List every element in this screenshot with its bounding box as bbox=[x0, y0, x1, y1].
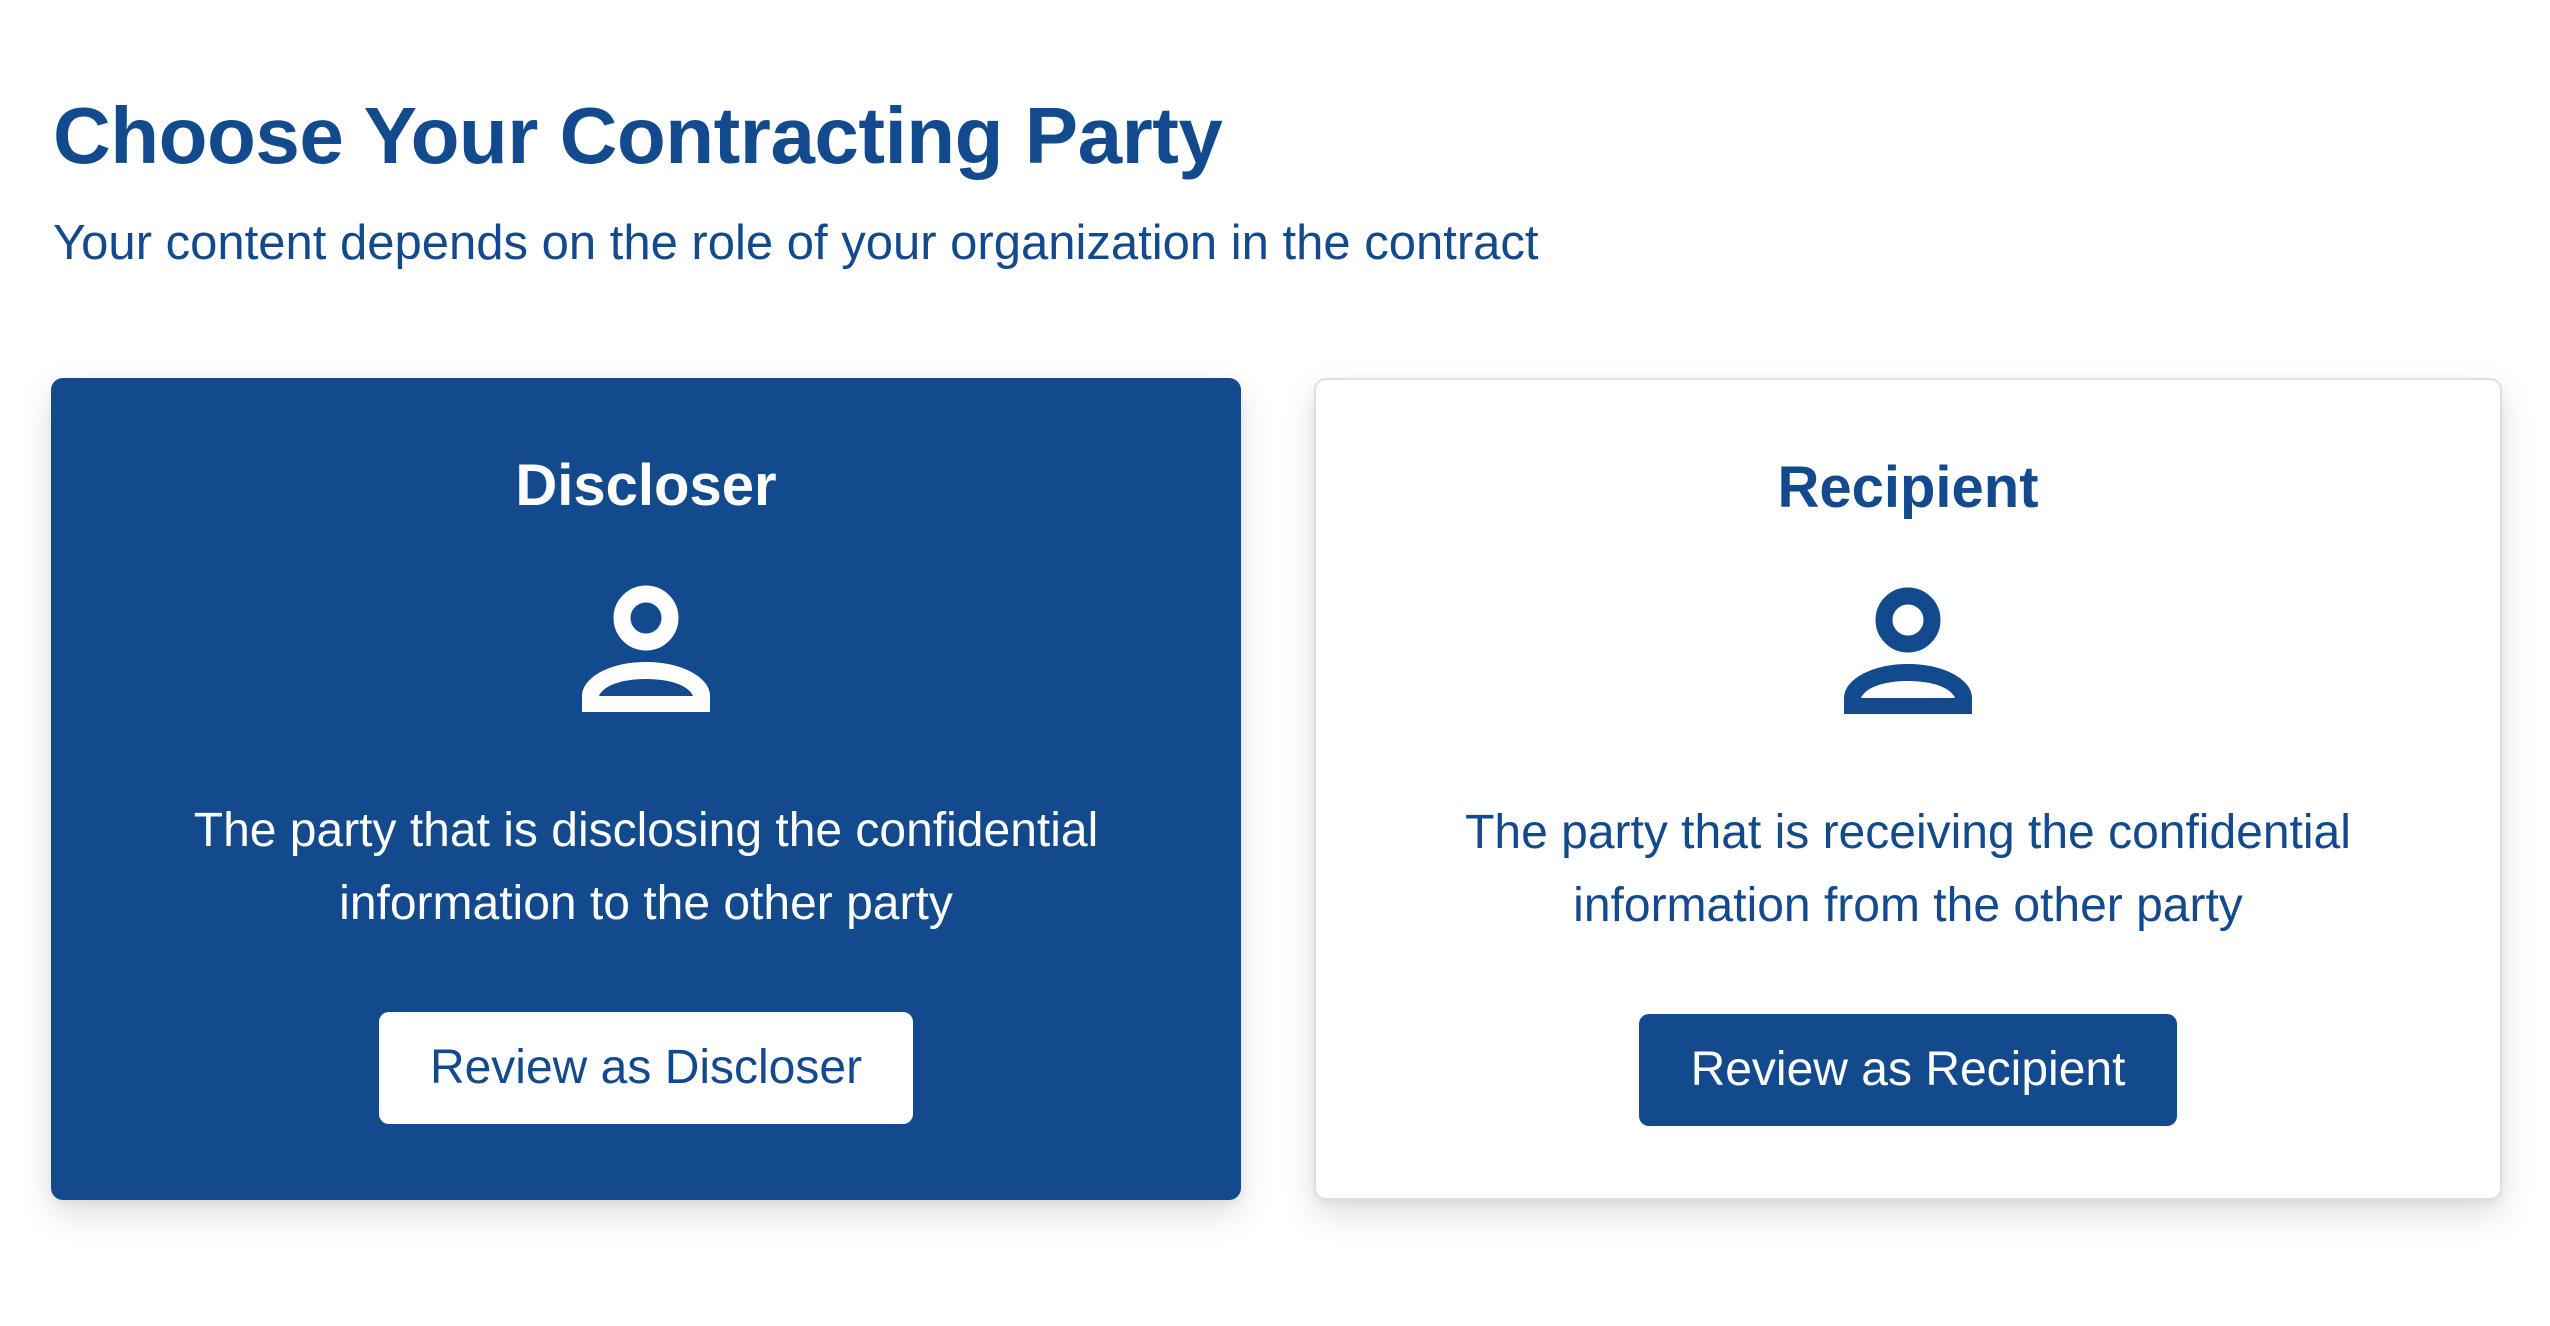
page-title: Choose Your Contracting Party bbox=[53, 91, 1223, 180]
page-subtitle: Your content depends on the role of your… bbox=[53, 216, 1539, 270]
contracting-party-page: Choose Your Contracting Party Your conte… bbox=[0, 0, 2550, 1326]
recipient-card[interactable]: Recipient The party that is receiving th… bbox=[1314, 378, 2502, 1200]
recipient-card-title: Recipient bbox=[1777, 455, 2039, 520]
discloser-card-title: Discloser bbox=[515, 453, 777, 518]
user-icon bbox=[1841, 580, 1975, 714]
discloser-card-description: The party that is disclosing the confide… bbox=[193, 804, 1099, 930]
review-as-recipient-button[interactable]: Review as Recipient bbox=[1639, 1014, 2177, 1126]
review-as-discloser-button[interactable]: Review as Discloser bbox=[379, 1012, 913, 1124]
user-icon bbox=[579, 578, 713, 712]
discloser-card[interactable]: Discloser The party that is disclosing t… bbox=[51, 378, 1241, 1200]
recipient-card-description: The party that is receiving the confiden… bbox=[1465, 806, 2351, 932]
